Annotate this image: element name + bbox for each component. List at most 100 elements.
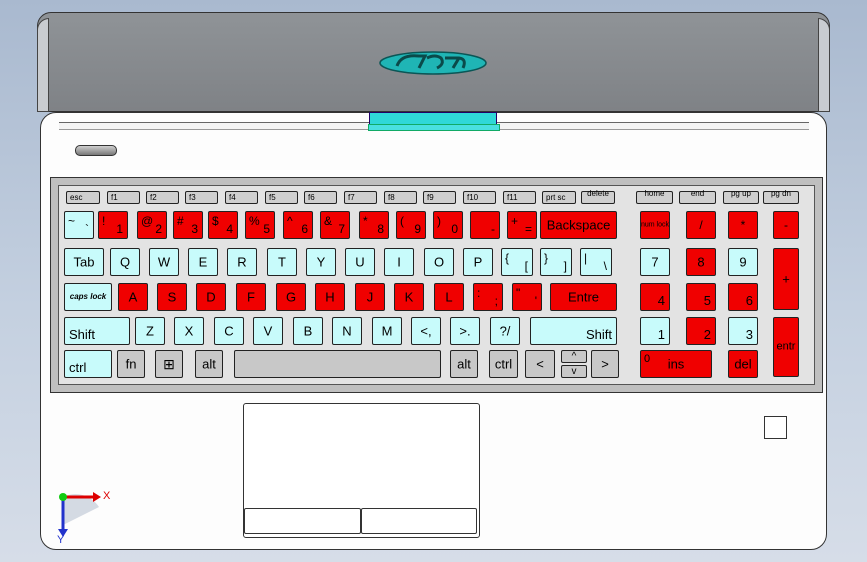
- shift-right-key[interactable]: Shift: [530, 317, 617, 345]
- fn-key-14[interactable]: home: [636, 190, 673, 204]
- numpad-enter-key[interactable]: entr: [773, 317, 799, 377]
- fn-key-8[interactable]: f8: [384, 191, 417, 204]
- z-row-key-7[interactable]: <,: [411, 317, 441, 345]
- letter-key-y[interactable]: Y: [306, 248, 336, 276]
- touchpad-right-button[interactable]: [361, 508, 477, 534]
- num-key-9[interactable]: (9: [396, 211, 426, 239]
- arrow-down-key[interactable]: v: [561, 365, 587, 378]
- num-key-12[interactable]: + =: [507, 211, 537, 239]
- z-row-key-3[interactable]: V: [253, 317, 283, 345]
- z-row-key-9[interactable]: ?/: [490, 317, 520, 345]
- numpad-del-key[interactable]: del: [728, 350, 758, 378]
- num-key-8[interactable]: * 8: [359, 211, 389, 239]
- fn-key-11[interactable]: f11: [503, 191, 536, 204]
- enter-key[interactable]: Entre: [550, 283, 617, 311]
- numpad-numlock-key[interactable]: num lock: [640, 211, 670, 239]
- numpad-minus-key[interactable]: -: [773, 211, 799, 239]
- numpad-9-key[interactable]: 9: [728, 248, 758, 276]
- num-key-6[interactable]: ^ 6: [283, 211, 313, 239]
- windows-key[interactable]: ⊞: [155, 350, 183, 378]
- num-key-7[interactable]: & 7: [320, 211, 350, 239]
- letter-key-e[interactable]: E: [188, 248, 218, 276]
- tab-key[interactable]: Tab: [64, 248, 104, 276]
- fn-key-17[interactable]: pg dn: [763, 190, 799, 204]
- numpad-1-key[interactable]: 1: [640, 317, 670, 345]
- z-row-key-4[interactable]: B: [293, 317, 323, 345]
- spacebar-key[interactable]: [234, 350, 441, 378]
- num-key-10[interactable]: ) 0: [433, 211, 463, 239]
- letter-key-t[interactable]: T: [267, 248, 297, 276]
- numpad-6-key[interactable]: 6: [728, 283, 758, 311]
- fn-key-2[interactable]: f2: [146, 191, 179, 204]
- arrow-up-key[interactable]: ^: [561, 350, 587, 363]
- numpad-5-key[interactable]: 5: [686, 283, 716, 311]
- bracket-key-1[interactable]: }]: [540, 248, 572, 276]
- numpad-8-key[interactable]: 8: [686, 248, 716, 276]
- letter-key-u[interactable]: U: [345, 248, 375, 276]
- letter-key-h[interactable]: H: [315, 283, 345, 311]
- letter-key-o[interactable]: O: [424, 248, 454, 276]
- num-key-4[interactable]: $4: [208, 211, 238, 239]
- fn-key-9[interactable]: f9: [423, 191, 456, 204]
- bracket-key-0[interactable]: {[: [501, 248, 533, 276]
- num-key-0[interactable]: ~ `: [64, 211, 94, 239]
- arrow-right-key[interactable]: >: [591, 350, 619, 378]
- touchpad-left-button[interactable]: [244, 508, 361, 534]
- backspace-key[interactable]: Backspace: [540, 211, 617, 239]
- fn-key-0[interactable]: esc: [66, 191, 100, 204]
- z-row-key-5[interactable]: N: [332, 317, 362, 345]
- fn-key-5[interactable]: f5: [265, 191, 298, 204]
- caps-lock-key[interactable]: caps lock: [64, 283, 112, 311]
- letter-key-r[interactable]: R: [227, 248, 257, 276]
- letter-key-k[interactable]: K: [394, 283, 424, 311]
- numpad-7-key[interactable]: 7: [640, 248, 670, 276]
- alt-right-key[interactable]: alt: [450, 350, 478, 378]
- fn-key-16[interactable]: pg up: [723, 190, 759, 204]
- semi-key-1[interactable]: " ': [512, 283, 542, 311]
- letter-key-w[interactable]: W: [149, 248, 179, 276]
- numpad-4-key[interactable]: 4: [640, 283, 670, 311]
- fn-key-4[interactable]: f4: [225, 191, 258, 204]
- letter-key-f[interactable]: F: [236, 283, 266, 311]
- numpad-2-key[interactable]: 2: [686, 317, 716, 345]
- semi-key-0[interactable]: :;: [473, 283, 503, 311]
- fn-key-13[interactable]: delete: [581, 190, 615, 204]
- fn-key-12[interactable]: prt sc: [542, 191, 576, 204]
- num-key-3[interactable]: #3: [173, 211, 203, 239]
- fn-key-3[interactable]: f3: [185, 191, 218, 204]
- z-row-key-2[interactable]: C: [214, 317, 244, 345]
- numpad-slash-key[interactable]: /: [686, 211, 716, 239]
- letter-key-g[interactable]: G: [276, 283, 306, 311]
- letter-key-a[interactable]: A: [118, 283, 148, 311]
- numpad-3-key[interactable]: 3: [728, 317, 758, 345]
- arrow-left-key[interactable]: <: [525, 350, 555, 378]
- letter-key-p[interactable]: P: [463, 248, 493, 276]
- z-row-key-0[interactable]: Z: [135, 317, 165, 345]
- alt-left-key[interactable]: alt: [195, 350, 223, 378]
- fn-key-1[interactable]: f1: [107, 191, 140, 204]
- fn-key-7[interactable]: f7: [344, 191, 377, 204]
- fn-key-15[interactable]: end: [679, 190, 716, 204]
- numpad-star-key[interactable]: *: [728, 211, 758, 239]
- ctrl-right-key[interactable]: ctrl: [489, 350, 518, 378]
- bracket-key-2[interactable]: | \: [580, 248, 612, 276]
- letter-key-s[interactable]: S: [157, 283, 187, 311]
- num-key-1[interactable]: ! 1: [98, 211, 128, 239]
- shift-left-key[interactable]: Shift: [64, 317, 130, 345]
- num-key-5[interactable]: % 5: [245, 211, 275, 239]
- letter-key-d[interactable]: D: [196, 283, 226, 311]
- z-row-key-8[interactable]: >.: [450, 317, 480, 345]
- numpad-plus-key[interactable]: +: [773, 248, 799, 310]
- numpad-0-ins-key[interactable]: 0 ins: [640, 350, 712, 378]
- fn-key-10[interactable]: f10: [463, 191, 496, 204]
- power-button[interactable]: [75, 145, 117, 156]
- letter-key-q[interactable]: Q: [110, 248, 140, 276]
- letter-key-l[interactable]: L: [434, 283, 464, 311]
- z-row-key-1[interactable]: X: [174, 317, 204, 345]
- num-key-2[interactable]: @2: [137, 211, 167, 239]
- fn-key-6[interactable]: f6: [304, 191, 337, 204]
- num-key-11[interactable]: -: [470, 211, 500, 239]
- letter-key-i[interactable]: I: [384, 248, 414, 276]
- z-row-key-6[interactable]: M: [372, 317, 402, 345]
- fn-modifier-key[interactable]: fn: [117, 350, 145, 378]
